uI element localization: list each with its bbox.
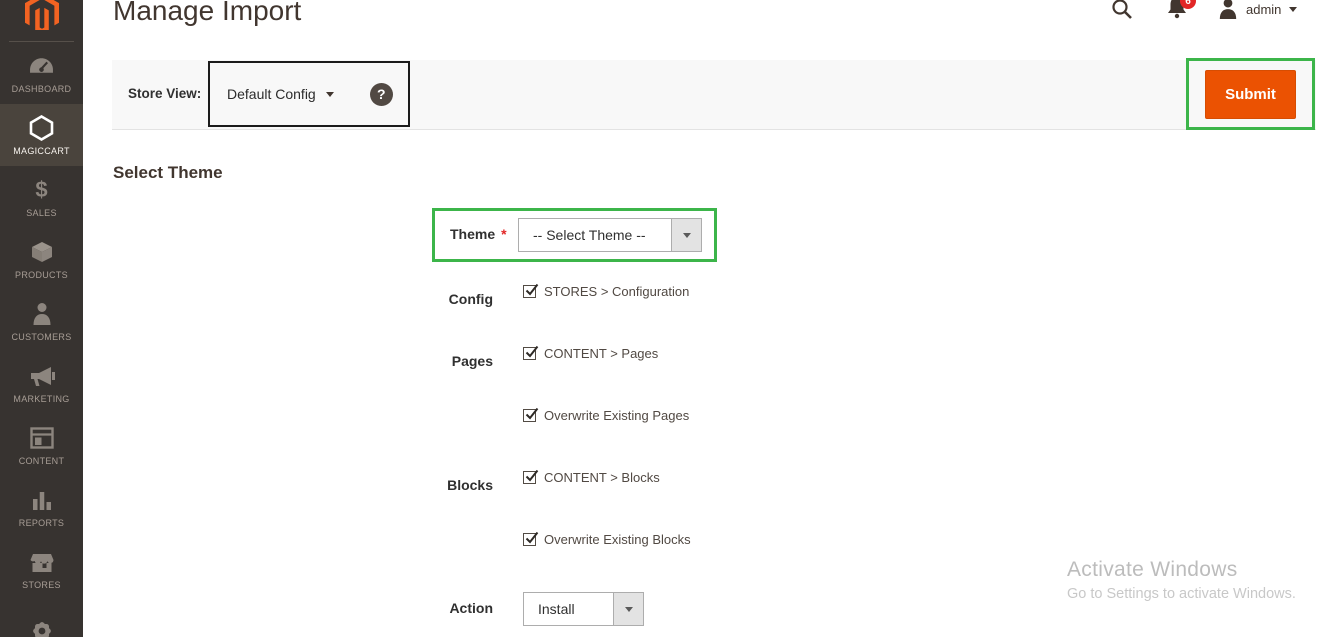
overwrite-pages-checkbox-label: Overwrite Existing Pages [544, 408, 689, 423]
sidebar-item-dashboard[interactable]: DASHBOARD [0, 42, 83, 104]
pages-checkbox[interactable] [523, 347, 536, 360]
store-view-toolbar: Store View: Default Config ? Submit [112, 60, 1316, 130]
watermark-subtitle: Go to Settings to activate Windows. [1067, 586, 1296, 602]
sidebar-item-system[interactable] [0, 600, 83, 637]
sidebar-item-magiccart[interactable]: MAGICCART [0, 104, 83, 166]
submit-button[interactable]: Submit [1205, 70, 1296, 119]
sidebar-label-customers: CUSTOMERS [11, 332, 71, 342]
help-icon[interactable]: ? [370, 83, 393, 106]
config-checkbox-label: STORES > Configuration [544, 284, 689, 299]
required-asterisk: * [501, 226, 506, 242]
sidebar-item-reports[interactable]: REPORTS [0, 476, 83, 538]
pages-checkbox-row: CONTENT > Pages [523, 346, 658, 361]
sidebar-label-reports: REPORTS [19, 518, 64, 528]
megaphone-icon [29, 363, 55, 389]
watermark-title: Activate Windows [1067, 558, 1296, 582]
overwrite-pages-checkbox-row: Overwrite Existing Pages [523, 408, 689, 423]
sidebar-label-sales: SALES [26, 208, 57, 218]
sidebar-item-marketing[interactable]: MARKETING [0, 352, 83, 414]
theme-label: Theme [450, 226, 495, 242]
action-select-arrow-button[interactable] [613, 593, 643, 625]
overwrite-pages-checkbox[interactable] [523, 409, 536, 422]
theme-select-arrow-button[interactable] [671, 219, 701, 251]
blocks-checkbox-label: CONTENT > Blocks [544, 470, 660, 485]
notifications-bell-icon[interactable]: 6 [1166, 0, 1196, 24]
dashboard-gauge-icon [29, 53, 54, 79]
action-select[interactable]: Install [523, 592, 644, 626]
sidebar-item-content[interactable]: CONTENT [0, 414, 83, 476]
sidebar-item-sales[interactable]: $ SALES [0, 166, 83, 228]
sidebar-label-stores: STORES [22, 580, 61, 590]
sidebar-label-dashboard: DASHBOARD [12, 84, 72, 94]
sidebar-label-marketing: MARKETING [13, 394, 69, 404]
sidebar-label-content: CONTENT [19, 456, 65, 466]
theme-select[interactable]: -- Select Theme -- [518, 218, 702, 252]
theme-select-value: -- Select Theme -- [519, 219, 671, 251]
admin-username: admin [1246, 2, 1281, 17]
sidebar-item-customers[interactable]: CUSTOMERS [0, 290, 83, 352]
pages-checkbox-label: CONTENT > Pages [544, 346, 658, 361]
admin-avatar-icon [1218, 0, 1238, 20]
config-label: Config [383, 291, 493, 307]
blocks-checkbox[interactable] [523, 471, 536, 484]
gear-icon [29, 618, 55, 637]
admin-sidebar: DASHBOARD MAGICCART $ SALES PRODUCT [0, 0, 83, 637]
chevron-down-icon [625, 607, 633, 612]
theme-field-annotation: Theme * -- Select Theme -- [432, 208, 717, 262]
admin-user-menu[interactable]: admin [1218, 0, 1297, 20]
search-icon[interactable] [1110, 0, 1134, 26]
sidebar-item-stores[interactable]: STORES [0, 538, 83, 600]
magento-logo-icon [25, 0, 59, 33]
pages-label: Pages [383, 353, 493, 369]
hexagon-icon [28, 115, 55, 141]
magento-logo[interactable] [9, 0, 74, 42]
sidebar-item-products[interactable]: PRODUCTS [0, 228, 83, 290]
chevron-down-icon [1289, 7, 1297, 12]
overwrite-blocks-checkbox-label: Overwrite Existing Blocks [544, 532, 691, 547]
person-icon [31, 301, 53, 327]
section-title: Select Theme [113, 163, 223, 183]
submit-annotation-box: Submit [1186, 58, 1315, 130]
overwrite-blocks-checkbox-row: Overwrite Existing Blocks [523, 532, 691, 547]
page-title: Manage Import [113, 0, 301, 27]
blocks-checkbox-row: CONTENT > Blocks [523, 470, 660, 485]
sidebar-label-products: PRODUCTS [15, 270, 68, 280]
blocks-label: Blocks [383, 477, 493, 493]
dollar-icon: $ [35, 177, 47, 203]
chevron-down-icon [683, 233, 691, 238]
store-view-switcher-annotation: Default Config ? [208, 61, 410, 127]
store-view-label: Store View: [128, 86, 201, 101]
activate-windows-watermark: Activate Windows Go to Settings to activ… [1067, 558, 1296, 602]
box-icon [30, 239, 54, 265]
manage-import-page: DASHBOARD MAGICCART $ SALES PRODUCT [0, 0, 1343, 637]
action-label: Action [383, 600, 493, 616]
storefront-icon [29, 549, 55, 575]
bar-chart-icon [30, 487, 54, 513]
config-checkbox-row: STORES > Configuration [523, 284, 689, 299]
action-select-value: Install [524, 593, 613, 625]
layout-icon [30, 425, 54, 451]
sidebar-label-magiccart: MAGICCART [13, 146, 70, 156]
config-checkbox[interactable] [523, 285, 536, 298]
store-view-value[interactable]: Default Config [227, 86, 316, 102]
overwrite-blocks-checkbox[interactable] [523, 533, 536, 546]
store-view-caret-icon[interactable] [326, 92, 334, 97]
